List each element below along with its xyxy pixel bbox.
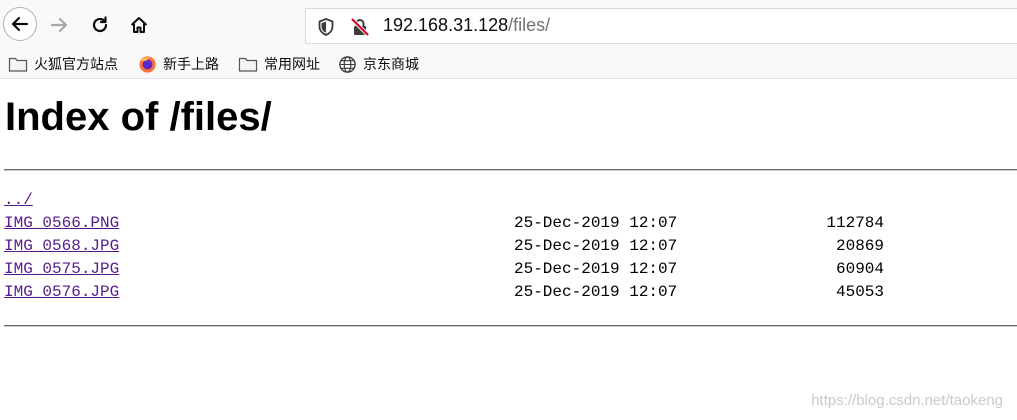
- bookmark-common-sites[interactable]: 常用网址: [238, 52, 320, 76]
- file-link[interactable]: IMG_0566.PNG: [4, 212, 119, 235]
- forward-arrow-icon: [50, 17, 68, 33]
- file-link[interactable]: IMG_0575.JPG: [4, 258, 119, 281]
- back-arrow-icon: [11, 16, 29, 32]
- file-date: 25-Dec-2019 12:07: [514, 283, 678, 301]
- file-date: 25-Dec-2019 12:07: [514, 237, 678, 255]
- file-listing: ../ IMG_0566.PNG 25-Dec-2019 12:07 11278…: [4, 189, 1004, 304]
- reload-button[interactable]: [84, 9, 116, 41]
- folder-icon: [238, 57, 258, 72]
- globe-icon: [339, 55, 356, 73]
- bookmarks-toolbar: 火狐官方站点 新手上路 常用网址 京东商城: [0, 50, 1017, 79]
- file-date: 25-Dec-2019 12:07: [514, 260, 678, 278]
- firefox-icon: [139, 55, 156, 73]
- insecure-lock-icon[interactable]: [350, 17, 370, 37]
- back-button[interactable]: [3, 7, 37, 41]
- file-row: IMG_0568.JPG 25-Dec-2019 12:07 20869: [4, 235, 1004, 258]
- reload-icon: [92, 16, 108, 33]
- parent-directory-link[interactable]: ../: [4, 189, 33, 212]
- bookmark-firefox-site[interactable]: 火狐官方站点: [8, 52, 118, 76]
- file-date: 25-Dec-2019 12:07: [514, 214, 678, 232]
- url-path: /files/: [508, 15, 551, 35]
- file-row: IMG_0576.JPG 25-Dec-2019 12:07 45053: [4, 281, 1004, 304]
- home-icon: [130, 17, 148, 33]
- file-size: 112784: [826, 214, 884, 232]
- browser-toolbar: 192.168.31.128/files/: [0, 0, 1017, 50]
- bookmark-label: 新手上路: [163, 57, 219, 73]
- file-link[interactable]: IMG_0576.JPG: [4, 281, 119, 304]
- bookmark-label: 常用网址: [264, 57, 320, 73]
- shield-icon[interactable]: [316, 17, 336, 37]
- file-size: 20869: [835, 237, 884, 255]
- bookmark-label: 火狐官方站点: [34, 57, 118, 73]
- forward-button[interactable]: [43, 9, 75, 41]
- divider-bottom: [4, 325, 1017, 327]
- divider-top: [4, 169, 1017, 171]
- bookmark-label: 京东商城: [363, 57, 419, 73]
- bookmark-getting-started[interactable]: 新手上路: [138, 52, 219, 76]
- file-size: 45053: [835, 283, 884, 301]
- home-button[interactable]: [123, 9, 155, 41]
- folder-icon: [8, 57, 28, 72]
- address-bar[interactable]: 192.168.31.128/files/: [305, 8, 1017, 44]
- url-text[interactable]: 192.168.31.128/files/: [383, 15, 550, 36]
- file-size: 60904: [835, 260, 884, 278]
- file-row: IMG_0566.PNG 25-Dec-2019 12:07 112784: [4, 212, 1004, 235]
- bookmark-jd-mall[interactable]: 京东商城: [338, 52, 419, 76]
- page-title: Index of /files/: [5, 95, 272, 139]
- file-row: IMG_0575.JPG 25-Dec-2019 12:07 60904: [4, 258, 1004, 281]
- file-link[interactable]: IMG_0568.JPG: [4, 235, 119, 258]
- url-host: 192.168.31.128: [383, 15, 509, 35]
- watermark: https://blog.csdn.net/taokeng: [811, 392, 1003, 409]
- parent-row: ../: [4, 189, 1004, 212]
